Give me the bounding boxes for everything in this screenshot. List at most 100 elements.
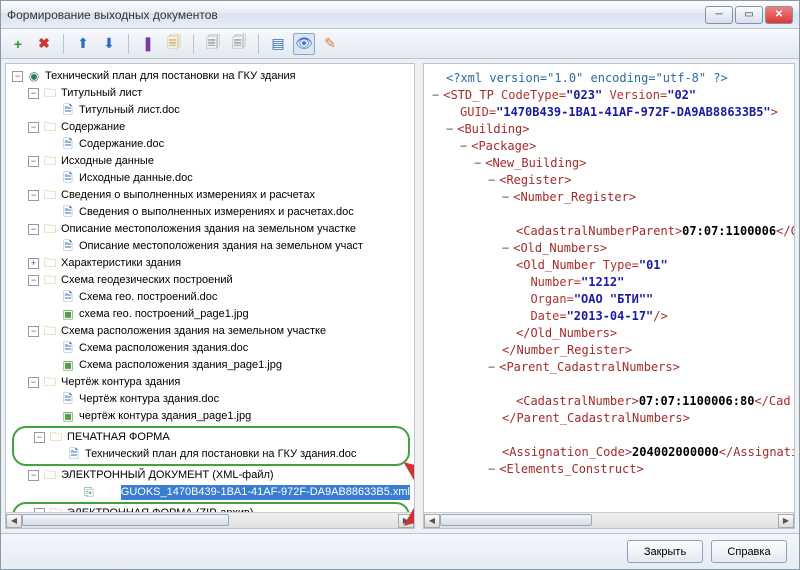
tree-folder[interactable]: −🗀Содержание	[10, 119, 412, 136]
collapse-icon[interactable]: −	[28, 275, 39, 286]
scroll-left-icon[interactable]: ◀	[6, 514, 22, 528]
tree-folder[interactable]: −🗀ЭЛЕКТРОННАЯ ФОРМА (ZIP-архив)	[16, 505, 406, 512]
tree-label: ЭЛЕКТРОННЫЙ ДОКУМЕНТ (XML-файл)	[61, 468, 274, 483]
scroll-thumb[interactable]	[440, 514, 592, 526]
image-icon: ▣	[61, 359, 75, 373]
tree-file[interactable]: 🗎Содержание.doc	[10, 136, 412, 153]
tree-label: Схема гео. построений.doc	[79, 290, 217, 305]
folder-icon: 🗀	[43, 325, 57, 339]
scroll-track[interactable]	[22, 514, 398, 528]
scroll-thumb[interactable]	[22, 514, 229, 526]
collapse-icon[interactable]: −	[28, 377, 39, 388]
doc-icon: 🗎	[61, 206, 75, 220]
tool-button-2[interactable]: 🗐	[163, 33, 185, 55]
tool-button-3[interactable]: 🗐	[202, 33, 224, 55]
tree-label: чертёж контура здания_page1.jpg	[79, 409, 251, 424]
toolbar-separator	[63, 34, 64, 54]
collapse-icon[interactable]: −	[34, 432, 45, 443]
tree-file-selected[interactable]: ⎘GUOKS_1470B439-1BA1-41AF-972F-DA9AB8863…	[10, 484, 412, 501]
tree-file[interactable]: 🗎Чертёж контура здания.doc	[10, 391, 412, 408]
tree-file[interactable]: ▣ Схема расположения здания_page1.jpg	[10, 357, 412, 374]
folder-icon: 🗀	[43, 155, 57, 169]
scroll-left-icon[interactable]: ◀	[424, 514, 440, 528]
tree-label: Титульный лист	[61, 86, 142, 101]
collapse-icon[interactable]: −	[28, 470, 39, 481]
scroll-right-icon[interactable]: ▶	[778, 514, 794, 528]
tree-file[interactable]: 🗎Схема расположения здания.doc	[10, 340, 412, 357]
tree-file[interactable]: ▣чертёж контура здания_page1.jpg	[10, 408, 412, 425]
tree-folder[interactable]: −🗀 ЭЛЕКТРОННЫЙ ДОКУМЕНТ (XML-файл)	[10, 467, 412, 484]
tree-hscrollbar[interactable]: ◀ ▶	[6, 512, 414, 528]
tree-folder[interactable]: −🗀Сведения о выполненных измерениях и ра…	[10, 187, 412, 204]
close-dialog-button[interactable]: Закрыть	[627, 540, 703, 563]
tree-label: Исходные данные.doc	[79, 171, 193, 186]
folder-icon: 🗀	[43, 257, 57, 271]
close-button[interactable]: ✕	[765, 6, 793, 24]
expand-icon[interactable]: +	[28, 258, 39, 269]
scroll-right-icon[interactable]: ▶	[398, 514, 414, 528]
list-button[interactable]: ▤	[267, 33, 289, 55]
collapse-icon[interactable]: −	[28, 326, 39, 337]
collapse-icon[interactable]: −	[12, 71, 23, 82]
tree-root[interactable]: − ◉ Технический план для постановки на Г…	[10, 68, 412, 85]
xml-hscrollbar[interactable]: ◀ ▶	[424, 512, 794, 528]
xml-view[interactable]: <?xml version="1.0" encoding="utf-8" ?> …	[424, 64, 794, 512]
collapse-icon[interactable]: −	[28, 88, 39, 99]
tree-label: схема гео. построений_page1.jpg	[79, 307, 249, 322]
edit-button[interactable]: ✎	[319, 33, 341, 55]
folder-icon: 🗀	[43, 469, 57, 483]
preview-button[interactable]: 👁	[293, 33, 315, 55]
tree-file[interactable]: 🗎 Технический план для постановки на ГКУ …	[16, 446, 406, 463]
move-down-button[interactable]: ⬇	[98, 33, 120, 55]
tree-folder[interactable]: −🗀Схема расположения здания на земельном…	[10, 323, 412, 340]
tree-label: Титульный лист.doc	[79, 103, 180, 118]
maximize-button[interactable]: ▭	[735, 6, 763, 24]
doc-icon: 🗎	[61, 138, 75, 152]
titlebar: Формирование выходных документов ─ ▭ ✕	[1, 1, 799, 29]
tree-file[interactable]: 🗎Описание местоположения здания на земел…	[10, 238, 412, 255]
collapse-icon[interactable]: −	[28, 190, 39, 201]
tree-file[interactable]: 🗎 Исходные данные.doc	[10, 170, 412, 187]
tree-label: Описание местоположения здания на земель…	[61, 222, 356, 237]
tool-button-4[interactable]: 🗐	[228, 33, 250, 55]
collapse-icon[interactable]: −	[28, 224, 39, 235]
toolbar-separator	[258, 34, 259, 54]
remove-button[interactable]: ✖	[33, 33, 55, 55]
tool-button-1[interactable]: ❚	[137, 33, 159, 55]
tree-folder[interactable]: −🗀Чертёж контура здания	[10, 374, 412, 391]
tree-label: Технический план для постановки на ГКУ з…	[85, 447, 356, 462]
tree-file[interactable]: 🗎Сведения о выполненных измерениях и рас…	[10, 204, 412, 221]
help-button[interactable]: Справка	[711, 540, 787, 563]
footer: Закрыть Справка	[1, 533, 799, 569]
tree-label: Сведения о выполненных измерениях и расч…	[61, 188, 315, 203]
callout-print-form: −🗀ПЕЧАТНАЯ ФОРМА 🗎 Технический план для п…	[12, 426, 410, 466]
tree-file[interactable]: 🗎Схема гео. построений.doc	[10, 289, 412, 306]
toolbar: + ✖ ⬆ ⬇ ❚ 🗐 🗐 🗐 ▤ 👁 ✎	[1, 29, 799, 59]
tree-folder[interactable]: −🗀Исходные данные	[10, 153, 412, 170]
move-up-button[interactable]: ⬆	[72, 33, 94, 55]
doc-icon: 🗎	[61, 172, 75, 186]
tree[interactable]: − ◉ Технический план для постановки на Г…	[6, 64, 414, 512]
tree-file[interactable]: 🗎Титульный лист.doc	[10, 102, 412, 119]
doc-icon: 🗎	[61, 393, 75, 407]
tree-pane: − ◉ Технический план для постановки на Г…	[5, 63, 415, 529]
collapse-icon[interactable]: −	[28, 156, 39, 167]
tree-file[interactable]: ▣ схема гео. построений_page1.jpg	[10, 306, 412, 323]
collapse-icon[interactable]: −	[28, 122, 39, 133]
add-button[interactable]: +	[7, 33, 29, 55]
tree-folder[interactable]: −🗀Описание местоположения здания на земе…	[10, 221, 412, 238]
tree-label: Схема расположения здания_page1.jpg	[79, 358, 282, 373]
tree-label: Характеристики здания	[61, 256, 181, 271]
image-icon: ▣	[61, 308, 75, 322]
doc-icon: 🗎	[67, 448, 81, 462]
tree-folder[interactable]: −🗀Титульный лист	[10, 85, 412, 102]
tree-label: Содержание	[61, 120, 125, 135]
toolbar-separator	[193, 34, 194, 54]
tree-folder[interactable]: + 🗀 Характеристики здания	[10, 255, 412, 272]
tree-folder[interactable]: −🗀ПЕЧАТНАЯ ФОРМА	[16, 429, 406, 446]
minimize-button[interactable]: ─	[705, 6, 733, 24]
globe-icon: ◉	[27, 70, 41, 84]
tree-folder[interactable]: −🗀Схема геодезических построений	[10, 272, 412, 289]
main-window: Формирование выходных документов ─ ▭ ✕ +…	[0, 0, 800, 570]
scroll-track[interactable]	[440, 514, 778, 528]
